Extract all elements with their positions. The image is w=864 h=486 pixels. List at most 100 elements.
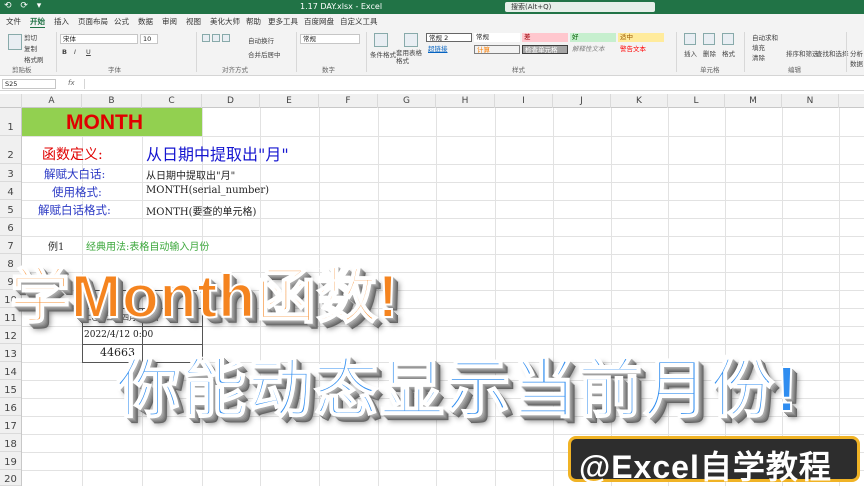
column-header[interactable]: N (782, 94, 839, 108)
find-select-button[interactable]: 查找和选择 (816, 48, 849, 58)
table-format-icon[interactable] (404, 33, 418, 47)
row-header[interactable]: 14 (0, 362, 21, 380)
style-explanatory[interactable]: 解释性文本 (570, 45, 616, 54)
tab-view[interactable]: 视图 (186, 16, 201, 27)
row-header[interactable]: 20 (0, 470, 21, 486)
number-format-select[interactable]: 常规 (300, 34, 360, 44)
format-cells-icon[interactable] (722, 33, 734, 45)
search-input[interactable]: 搜索(Alt+Q) (505, 2, 655, 12)
row-header[interactable]: 5 (0, 200, 21, 218)
format-button[interactable]: 格式 (722, 48, 735, 58)
cut-button[interactable]: 剪切 (24, 32, 37, 42)
italic-button[interactable]: I (74, 48, 76, 56)
tab-page-layout[interactable]: 页面布局 (78, 16, 108, 27)
style-normal2[interactable]: 常规 2 (426, 33, 472, 42)
quick-access-toolbar[interactable]: ⟲ ⟳ ▾ (4, 1, 44, 11)
row-header[interactable]: 19 (0, 452, 21, 470)
paste-icon[interactable] (8, 34, 22, 50)
tab-baidu-netdisk[interactable]: 百度网盘 (304, 16, 334, 27)
tab-beautify-master[interactable]: 美化大师 (210, 16, 240, 27)
menu-bar: 文件 开始 插入 页面布局 公式 数据 审阅 视图 美化大师 帮助 更多工具 百… (0, 14, 864, 29)
clipboard-group-label: 剪贴板 (12, 66, 32, 74)
name-box[interactable]: S25 (2, 79, 56, 89)
copy-button[interactable]: 复制 (24, 43, 37, 53)
align-bottom-icon[interactable] (222, 34, 230, 42)
plain-label: 解赋大白话: (44, 167, 106, 181)
wrap-text-button[interactable]: 自动换行 (248, 35, 274, 45)
bold-button[interactable]: B (62, 48, 67, 56)
column-header[interactable]: M (725, 94, 782, 108)
format-painter-button[interactable]: 格式刷 (24, 54, 44, 64)
clear-button[interactable]: 清除 (752, 52, 765, 62)
tab-formulas[interactable]: 公式 (114, 16, 129, 27)
insert-button[interactable]: 插入 (684, 48, 697, 58)
row-header[interactable]: 18 (0, 434, 21, 452)
group-divider (846, 32, 847, 72)
column-header[interactable]: J (553, 94, 611, 108)
row-header[interactable]: 1 (0, 108, 21, 136)
sort-filter-button[interactable]: 排序和筛选 (786, 48, 819, 58)
column-header[interactable]: B (82, 94, 142, 108)
row-header[interactable]: 17 (0, 416, 21, 434)
row-header[interactable]: 13 (0, 344, 21, 362)
font-size-select[interactable]: 10 (140, 34, 158, 44)
style-hyperlink[interactable]: 超链接 (426, 45, 472, 54)
tab-custom-tools[interactable]: 自定义工具 (340, 16, 378, 27)
group-divider (366, 32, 367, 72)
brand-text: @Excel自学教程 (579, 449, 832, 485)
style-calculation[interactable]: 计算 (474, 45, 520, 54)
column-header[interactable]: D (202, 94, 260, 108)
style-normal[interactable]: 常规 (474, 33, 520, 42)
formula-input[interactable] (84, 79, 862, 89)
autosum-button[interactable]: 自动求和 (752, 32, 778, 42)
underline-button[interactable]: U (86, 48, 91, 56)
tab-file[interactable]: 文件 (6, 16, 21, 27)
column-header[interactable]: K (611, 94, 668, 108)
analyze-data-button[interactable]: 分析数据 (850, 48, 864, 68)
table-format-button[interactable]: 套用表格格式 (396, 49, 424, 65)
style-check-cell[interactable]: 检查单元格 (522, 45, 568, 54)
title-bar: ⟲ ⟳ ▾ 1.17 DAY.xlsx - Excel 搜索(Alt+Q) (0, 0, 864, 14)
tab-insert[interactable]: 插入 (54, 16, 69, 27)
merge-center-button[interactable]: 合并后居中 (248, 49, 281, 59)
gridline (22, 434, 864, 435)
usage-label: 使用格式: (52, 185, 102, 199)
select-all-corner[interactable] (0, 94, 22, 108)
insert-cells-icon[interactable] (684, 33, 696, 45)
align-top-icon[interactable] (202, 34, 210, 42)
row-header[interactable]: 2 (0, 136, 21, 164)
column-header[interactable]: G (378, 94, 436, 108)
style-warning[interactable]: 警告文本 (618, 45, 664, 54)
style-good[interactable]: 好 (570, 33, 616, 42)
column-header[interactable]: E (260, 94, 319, 108)
gridline (22, 200, 864, 201)
column-header[interactable]: H (436, 94, 495, 108)
fx-icon[interactable]: fx (68, 79, 75, 87)
tab-help[interactable]: 帮助 (246, 16, 261, 27)
tab-more-tools[interactable]: 更多工具 (268, 16, 298, 27)
conditional-format-icon[interactable] (374, 33, 388, 47)
tab-data[interactable]: 数据 (138, 16, 153, 27)
font-name-select[interactable]: 宋体 (60, 34, 138, 44)
column-header[interactable]: L (668, 94, 725, 108)
column-header[interactable]: C (142, 94, 202, 108)
delete-button[interactable]: 删除 (703, 48, 716, 58)
column-header[interactable]: A (22, 94, 82, 108)
style-neutral[interactable]: 适中 (618, 33, 664, 42)
row-header[interactable]: 15 (0, 380, 21, 398)
tab-review[interactable]: 审阅 (162, 16, 177, 27)
style-bad[interactable]: 差 (522, 33, 568, 42)
delete-cells-icon[interactable] (703, 33, 715, 45)
row-header[interactable]: 3 (0, 164, 21, 182)
conditional-format-button[interactable]: 条件格式 (370, 49, 396, 59)
row-header[interactable]: 6 (0, 218, 21, 236)
alignment-group-label: 对齐方式 (222, 66, 248, 74)
plain-usage-value: MONTH(要查的单元格) (146, 207, 257, 218)
align-middle-icon[interactable] (212, 34, 220, 42)
row-header[interactable]: 4 (0, 182, 21, 200)
column-header[interactable]: F (319, 94, 378, 108)
group-divider (196, 32, 197, 72)
column-header[interactable]: I (495, 94, 553, 108)
row-header[interactable]: 16 (0, 398, 21, 416)
fill-button[interactable]: 填充 (752, 42, 765, 52)
